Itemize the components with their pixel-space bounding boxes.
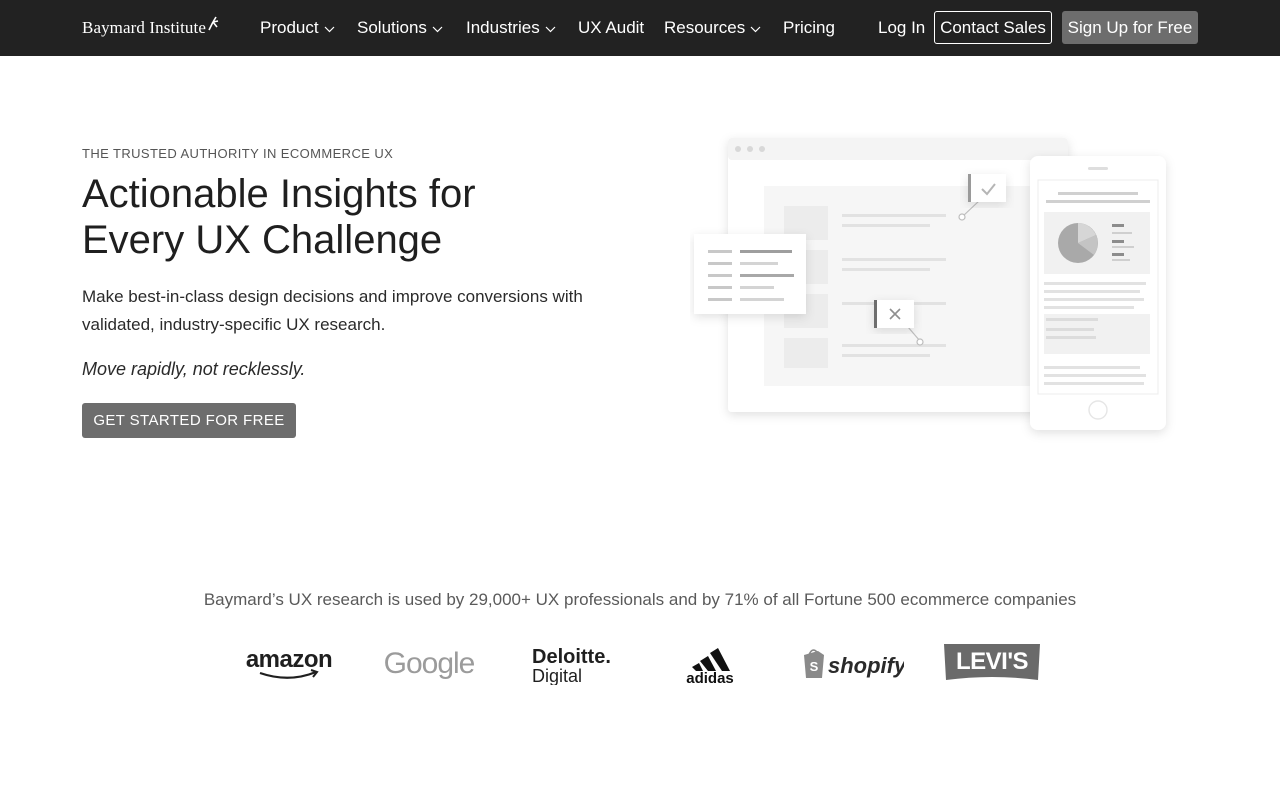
svg-text:LEVI'S: LEVI'S xyxy=(956,648,1029,675)
login-link[interactable]: Log In xyxy=(878,0,925,56)
shopify-logo: S shopify xyxy=(800,638,904,688)
chevron-down-icon xyxy=(432,26,443,32)
google-logo: Google xyxy=(380,638,478,688)
nav-item-pricing-label: Pricing xyxy=(783,18,835,37)
svg-text:adidas: adidas xyxy=(686,670,734,685)
nav-item-solutions[interactable]: Solutions xyxy=(357,0,443,56)
logo-text: Baymard Institute xyxy=(82,18,206,37)
hero-subhead: Make best-in-class design decisions and … xyxy=(82,287,583,334)
hero-headline-line-1: Actionable Insights for xyxy=(82,172,476,216)
adidas-logo-graphic: adidas xyxy=(686,648,734,685)
nav-item-solutions-label: Solutions xyxy=(357,18,427,37)
svg-text:shopify: shopify xyxy=(828,653,904,678)
amazon-logo-graphic: amazon xyxy=(246,646,333,679)
nav-item-industries[interactable]: Industries xyxy=(466,0,556,56)
hero-headline: Actionable Insights for Every UX Challen… xyxy=(82,171,642,263)
svg-text:amazon: amazon xyxy=(246,646,332,673)
deloitte-digital-logo-graphic: Deloitte. Digital xyxy=(532,646,611,685)
nav-item-ux-audit[interactable]: UX Audit xyxy=(578,0,644,56)
nav-item-resources-label: Resources xyxy=(664,18,746,37)
chevron-down-icon xyxy=(750,26,761,32)
logo-row: amazon Google Deloitte. Digital adidas S… xyxy=(0,638,1280,688)
google-logo-graphic: Google xyxy=(384,647,476,680)
get-started-button[interactable]: GET STARTED FOR FREE xyxy=(82,403,296,438)
hero-eyebrow: THE TRUSTED AUTHORITY IN ECOMMERCE UX xyxy=(82,146,394,161)
top-navigation: Baymard Institute Product Solutions Indu… xyxy=(0,0,1280,56)
list-card-graphic xyxy=(694,234,806,314)
login-label: Log In xyxy=(878,18,926,37)
hero-illustration xyxy=(694,138,1166,430)
hero-headline-line-2: Every UX Challenge xyxy=(82,218,443,262)
baymard-logo[interactable]: Baymard Institute xyxy=(82,16,219,40)
levis-logo-graphic: LEVI'S xyxy=(944,644,1040,680)
shopify-logo-graphic: S shopify xyxy=(804,649,904,678)
levis-logo: LEVI'S xyxy=(942,638,1042,688)
nav-item-pricing[interactable]: Pricing xyxy=(783,0,835,56)
phone-graphic xyxy=(1030,156,1166,430)
nav-item-resources[interactable]: Resources xyxy=(664,0,761,56)
chevron-down-icon xyxy=(545,26,556,32)
svg-text:Deloitte.: Deloitte. xyxy=(532,646,611,668)
nav-item-product-label: Product xyxy=(260,18,319,37)
logo-mark-icon xyxy=(208,16,219,31)
svg-text:Google: Google xyxy=(384,647,475,680)
trust-statement: Baymard’s UX research is used by 29,000+… xyxy=(203,590,1077,609)
nav-item-industries-label: Industries xyxy=(466,18,540,37)
deloitte-digital-logo: Deloitte. Digital xyxy=(524,638,614,688)
chevron-down-icon xyxy=(324,26,335,32)
svg-text:S: S xyxy=(810,659,819,674)
svg-text:Digital: Digital xyxy=(532,666,582,685)
contact-sales-button[interactable]: Contact Sales xyxy=(934,11,1052,44)
amazon-logo: amazon xyxy=(244,638,334,688)
sign-up-button[interactable]: Sign Up for Free xyxy=(1062,11,1198,44)
adidas-logo: adidas xyxy=(672,638,748,688)
nav-item-ux-audit-label: UX Audit xyxy=(578,18,645,37)
nav-item-product[interactable]: Product xyxy=(260,0,335,56)
hero-tagline: Move rapidly, not recklessly. xyxy=(82,359,306,379)
